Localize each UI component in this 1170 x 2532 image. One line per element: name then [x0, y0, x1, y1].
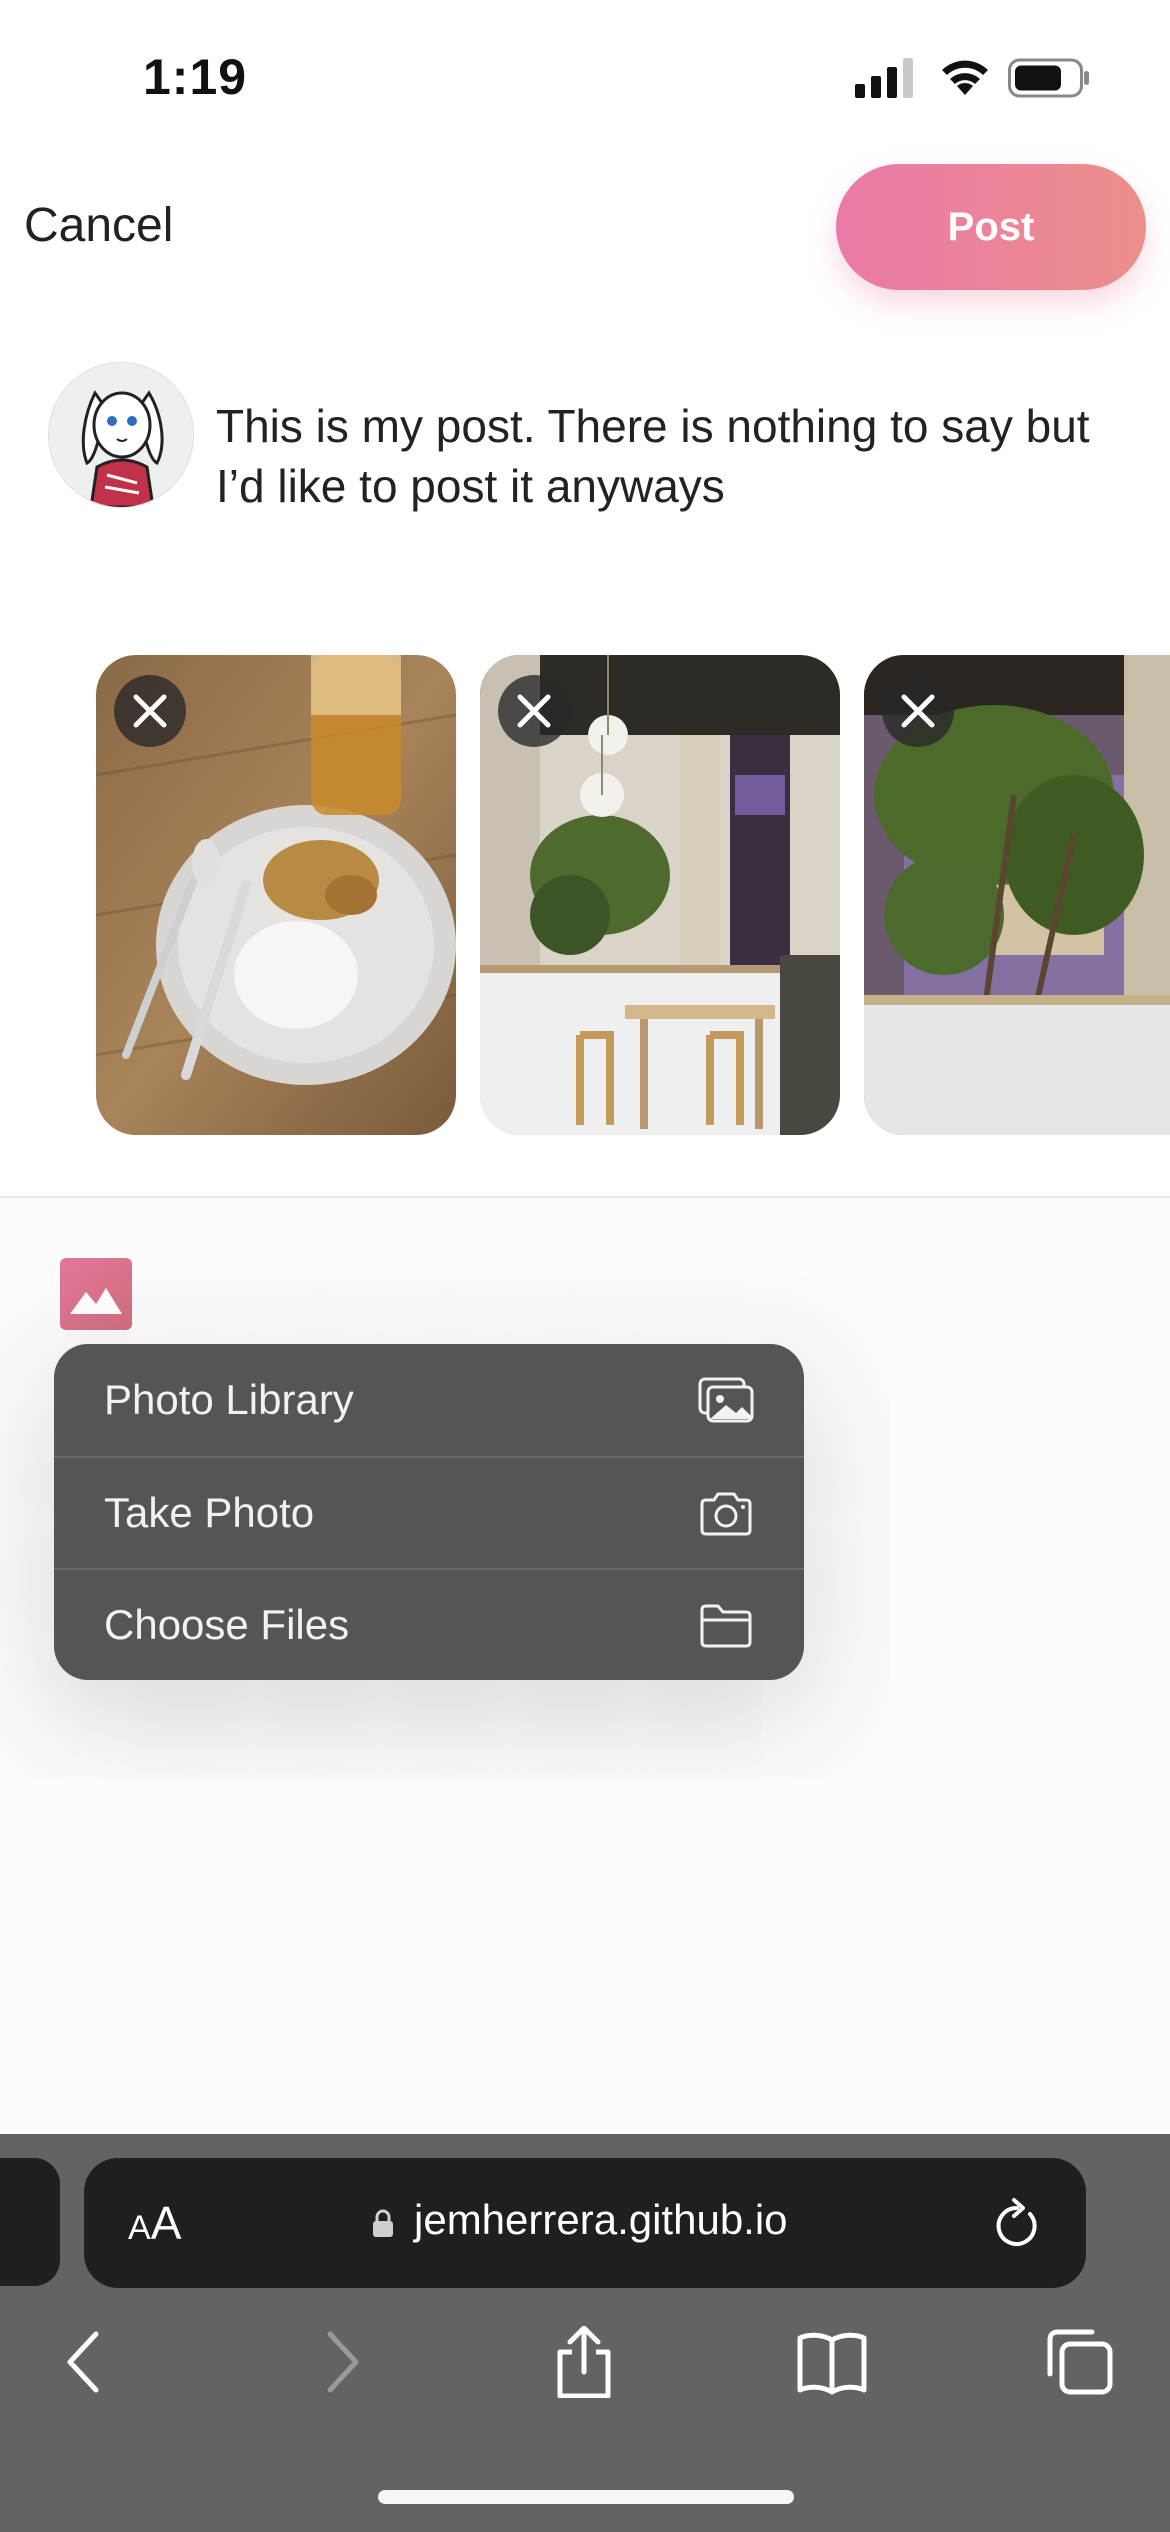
menu-item-photo-library[interactable]: Photo Library — [54, 1344, 804, 1456]
forward-icon[interactable] — [304, 2326, 376, 2398]
text-size-small-label: A — [128, 2209, 151, 2247]
url-text[interactable]: jemherrera.github.io — [414, 2196, 788, 2244]
lock-icon — [373, 2209, 393, 2237]
avatar — [48, 362, 194, 508]
image-mountain-glyph — [70, 1288, 122, 1314]
text-size-large-label: A — [150, 2197, 182, 2249]
cellular-signal-icon — [855, 58, 913, 98]
close-icon — [517, 694, 551, 728]
photo-library-icon — [698, 1377, 754, 1423]
attachment-thumbnail[interactable] — [480, 655, 840, 1135]
previous-tab-preview[interactable] — [0, 2158, 60, 2286]
reload-icon[interactable] — [992, 2196, 1042, 2250]
attachment-thumbnail[interactable] — [96, 655, 456, 1135]
status-time: 1:19 — [143, 49, 248, 105]
close-icon — [901, 694, 935, 728]
share-icon[interactable] — [548, 2326, 620, 2398]
post-text[interactable]: This is my post. There is nothing to say… — [216, 396, 1116, 516]
menu-item-label: Photo Library — [104, 1376, 354, 1423]
menu-item-take-photo[interactable]: Take Photo — [54, 1456, 804, 1568]
close-icon — [133, 694, 167, 728]
menu-item-choose-files[interactable]: Choose Files — [54, 1568, 804, 1680]
tabs-icon[interactable] — [1044, 2326, 1116, 2398]
attachment-thumbnail[interactable] — [864, 655, 1170, 1135]
battery-icon — [1008, 58, 1089, 98]
wifi-icon — [942, 60, 988, 95]
camera-icon — [700, 1492, 752, 1536]
folder-icon — [700, 1604, 752, 1648]
text-size-button[interactable]: AA — [128, 2196, 181, 2250]
menu-item-label: Choose Files — [104, 1601, 350, 1648]
remove-attachment-button[interactable] — [882, 675, 954, 747]
home-indicator — [378, 2490, 794, 2504]
image-icon[interactable] — [60, 1258, 132, 1330]
remove-attachment-button[interactable] — [498, 675, 570, 747]
remove-attachment-button[interactable] — [114, 675, 186, 747]
bunny-avatar-icon — [49, 363, 193, 507]
post-button[interactable]: Post — [836, 164, 1146, 290]
cancel-button[interactable]: Cancel — [24, 198, 173, 253]
back-icon[interactable] — [50, 2326, 122, 2398]
image-source-menu: Photo Library Take Photo Choose Files — [54, 1344, 804, 1680]
menu-item-label: Take Photo — [104, 1489, 315, 1536]
bookmarks-icon[interactable] — [796, 2326, 868, 2398]
